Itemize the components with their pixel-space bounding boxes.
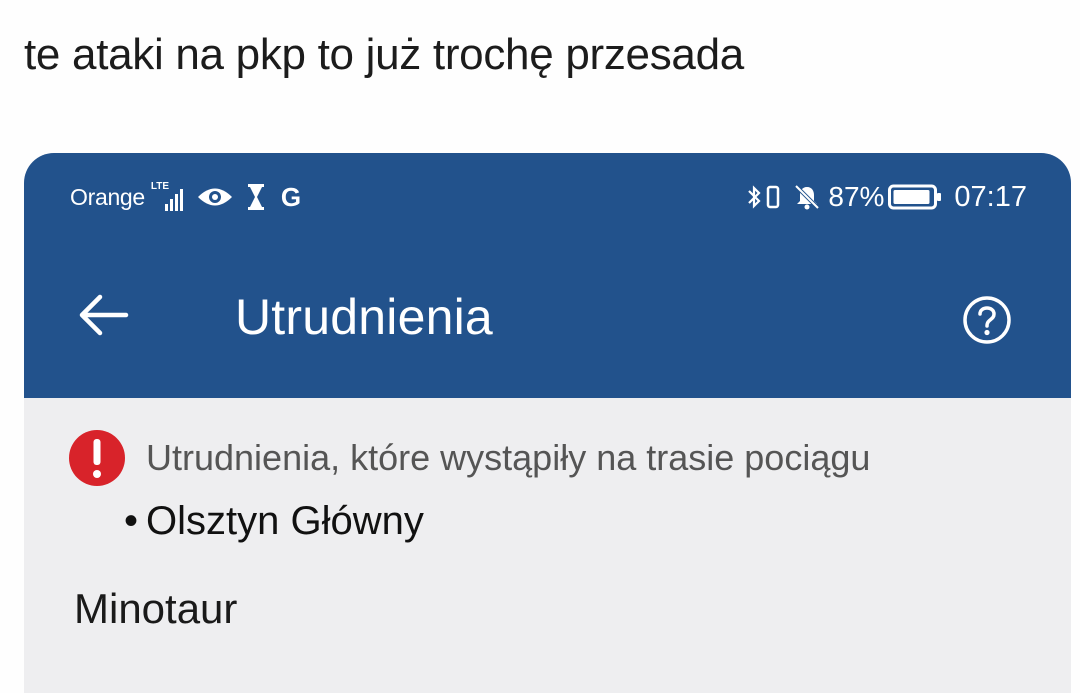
vibrate-icon [767,185,780,209]
carrier-label: Orange [70,183,145,210]
list-bullet: • [124,499,139,543]
back-arrow-icon[interactable] [78,293,130,337]
battery-icon [888,184,942,210]
help-icon[interactable] [962,295,1012,345]
eye-icon [197,188,232,206]
post-caption: te ataki na pkp to już trochę przesada [24,30,744,79]
app-bar: Orange LTE G 87% 07:17 Utrudnienia [24,153,1071,398]
phone-screenshot: Orange LTE G 87% 07:17 Utrudnienia Utrud… [24,153,1071,693]
disruption-notice-text: Utrudnienia, które wystąpiły na trasie p… [146,437,871,478]
hourglass-icon [247,184,264,210]
bluetooth-icon [748,185,761,209]
signal-icon: LTE [150,181,183,211]
page-title: Utrudnienia [235,289,493,345]
status-left: Orange LTE G [70,177,301,217]
status-bar: Orange LTE G 87% 07:17 [24,177,1071,217]
bell-muted-icon [794,184,820,210]
station-name: Olsztyn Główny [146,499,424,543]
clock: 07:17 [954,180,1027,213]
status-right: 87% 07:17 [746,177,1027,217]
disruption-description: Minotaur [74,585,238,632]
exclamation-icon [69,430,125,486]
g-icon: G [280,181,302,212]
station-list-item: • Olsztyn Główny [124,499,424,544]
battery-percent: 87% [828,181,885,212]
disruption-notice: Utrudnienia, które wystąpiły na trasie p… [68,429,870,487]
network-type-label: LTE [150,181,170,192]
